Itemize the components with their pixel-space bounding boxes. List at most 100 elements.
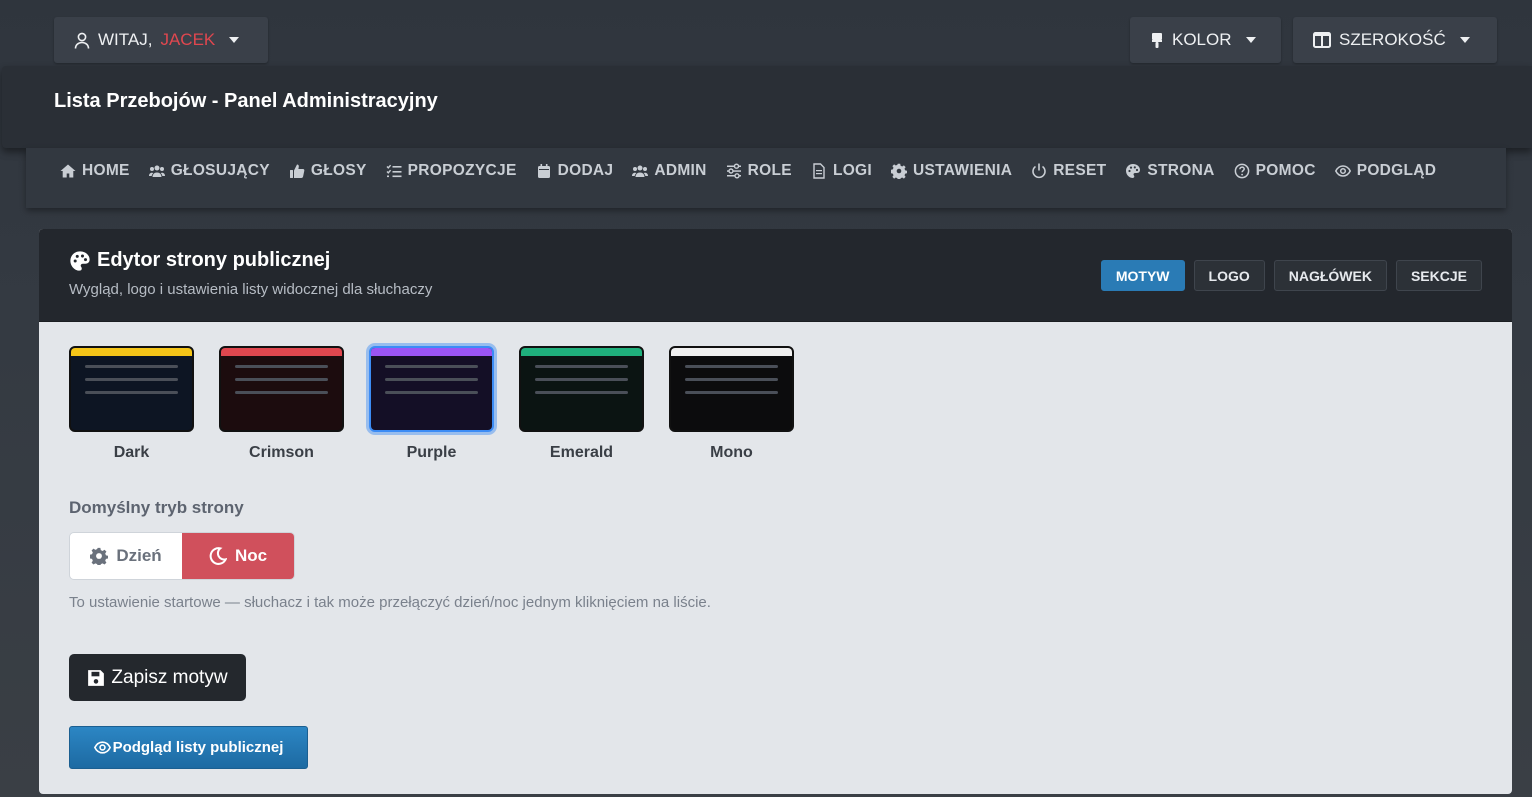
chevron-down-icon — [1245, 37, 1256, 43]
theme-option[interactable]: Dark — [69, 346, 194, 462]
nav-item-home[interactable]: HOME — [60, 162, 130, 180]
theme-preview-line — [385, 391, 478, 394]
theme-preview-line — [235, 378, 328, 381]
nav-label: RESET — [1053, 162, 1107, 179]
theme-name: Purple — [406, 444, 457, 461]
nav-label: PROPOZYCJE — [407, 162, 517, 179]
save-theme-button[interactable]: Zapisz motyw — [69, 654, 246, 701]
theme-option[interactable]: Crimson — [219, 346, 344, 462]
nav-label: DODAJ — [557, 162, 614, 179]
theme-accent-bar — [521, 348, 642, 356]
tab-logo[interactable]: LOGO — [1193, 260, 1265, 291]
theme-name: Mono — [710, 444, 753, 461]
mode-toggle: Dzień Noc — [69, 532, 295, 580]
theme-accent-bar — [671, 348, 792, 356]
width-menu-button[interactable]: SZEROKOŚĆ — [1293, 17, 1497, 63]
sliders-icon — [726, 163, 741, 179]
user-name: JACEK — [160, 30, 216, 49]
theme-swatch[interactable] — [519, 346, 644, 432]
editor-card: Edytor strony publicznej Wygląd, logo i … — [39, 229, 1512, 794]
chevron-down-icon — [229, 37, 240, 43]
theme-list: Dark Crimson Purple Emerald Mono — [69, 346, 794, 462]
nav-item-settings[interactable]: USTAWIENIA — [891, 162, 1012, 180]
theme-swatch[interactable] — [669, 346, 794, 432]
theme-preview-line — [235, 365, 328, 368]
nav-label: LOGI — [832, 162, 873, 179]
tab-header[interactable]: NAGŁÓWEK — [1273, 260, 1387, 291]
nav-label: GŁOSY — [310, 162, 367, 179]
theme-preview-line — [85, 365, 178, 368]
nav-label: STRONA — [1147, 162, 1215, 179]
theme-preview-line — [85, 391, 178, 394]
tab-theme[interactable]: MOTYW — [1100, 260, 1185, 291]
theme-swatch[interactable] — [219, 346, 344, 432]
palette-icon — [70, 250, 90, 271]
nav-item-site[interactable]: STRONA — [1125, 162, 1214, 180]
main-nav: HOME GŁOSUJĄCY GŁOSY PROPOZYCJE DODAJ AD… — [26, 148, 1506, 208]
nav-label: GŁOSUJĄCY — [170, 162, 270, 179]
mode-day-label: Dzień — [116, 546, 162, 565]
nav-label: ADMIN — [654, 162, 707, 179]
paint-brush-icon — [1152, 32, 1162, 48]
theme-swatch[interactable] — [369, 346, 494, 432]
save-label: Zapisz motyw — [111, 666, 228, 688]
theme-swatch[interactable] — [69, 346, 194, 432]
nav-label: ROLE — [747, 162, 792, 179]
mode-night-button[interactable]: Noc — [182, 533, 294, 579]
theme-preview-line — [535, 365, 628, 368]
nav-item-help[interactable]: POMOC — [1234, 162, 1316, 180]
theme-accent-bar — [371, 348, 492, 356]
theme-name: Emerald — [549, 444, 614, 461]
nav-item-roles[interactable]: ROLE — [726, 162, 792, 180]
public-preview-button[interactable]: Podgląd listy publicznej — [69, 726, 308, 769]
users-icon — [148, 165, 165, 177]
nav-item-voters[interactable]: GŁOSUJĄCY — [148, 162, 270, 180]
nav-label: PODGLĄD — [1356, 162, 1437, 179]
theme-preview-line — [685, 365, 778, 368]
mode-night-label: Noc — [234, 546, 268, 565]
theme-preview-line — [85, 378, 178, 381]
editor-title-text: Edytor strony publicznej — [97, 249, 331, 271]
floppy-disk-icon — [88, 669, 105, 686]
user-menu-button[interactable]: WITAJ, JACEK — [54, 17, 268, 63]
theme-option[interactable]: Emerald — [519, 346, 644, 462]
theme-accent-bar — [71, 348, 192, 356]
tab-sections[interactable]: SEKCJE — [1395, 260, 1482, 291]
theme-option[interactable]: Mono — [669, 346, 794, 462]
home-icon — [60, 164, 76, 178]
greeting-text: WITAJ, — [98, 30, 153, 49]
mode-day-button[interactable]: Dzień — [70, 533, 182, 579]
file-icon — [813, 163, 825, 179]
theme-preview-line — [385, 378, 478, 381]
power-icon — [1032, 163, 1046, 179]
nav-item-add[interactable]: DODAJ — [536, 162, 614, 180]
nav-item-votes[interactable]: GŁOSY — [289, 162, 367, 180]
theme-option[interactable]: Purple — [369, 346, 494, 462]
nav-label: HOME — [82, 162, 130, 179]
nav-label: POMOC — [1255, 162, 1316, 179]
nav-item-reset[interactable]: RESET — [1031, 162, 1106, 180]
nav-item-logs[interactable]: LOGI — [811, 162, 872, 180]
theme-name: Crimson — [249, 444, 314, 461]
columns-icon — [1313, 32, 1331, 48]
gear-icon — [891, 163, 908, 179]
color-menu-button[interactable]: KOLOR — [1130, 17, 1281, 63]
card-header: Edytor strony publicznej Wygląd, logo i … — [39, 229, 1512, 322]
editor-subtitle: Wygląd, logo i ustawienia listy widoczne… — [69, 281, 433, 298]
calendar-icon — [537, 164, 550, 178]
thumbs-up-icon — [289, 164, 305, 178]
preview-label: Podgląd listy publicznej — [112, 739, 284, 756]
nav-item-admin[interactable]: ADMIN — [632, 162, 706, 180]
question-icon — [1234, 163, 1249, 179]
sun-icon — [90, 547, 109, 565]
palette-icon — [1126, 164, 1141, 178]
eye-icon — [93, 741, 111, 754]
user-icon — [74, 32, 90, 49]
mode-label: Domyślny tryb strony — [69, 498, 244, 517]
app-title: Lista Przebojów - Panel Administracyjny — [54, 90, 438, 112]
nav-item-preview[interactable]: PODGLĄD — [1334, 162, 1437, 180]
app-header: Lista Przebojów - Panel Administracyjny — [2, 66, 1532, 148]
theme-preview-line — [235, 391, 328, 394]
chevron-down-icon — [1459, 37, 1470, 43]
nav-item-proposals[interactable]: PROPOZYCJE — [386, 162, 517, 180]
